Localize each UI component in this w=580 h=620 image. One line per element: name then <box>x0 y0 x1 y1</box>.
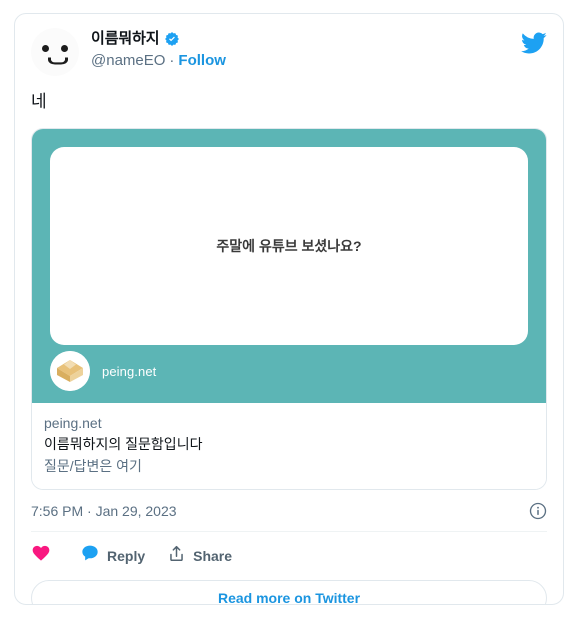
author-handle: @nameEO <box>91 52 166 69</box>
info-circle-icon[interactable] <box>529 502 547 520</box>
avatar[interactable] <box>31 28 79 76</box>
twitter-bird-icon[interactable] <box>521 30 547 56</box>
author-handle-row: @nameEO · Follow <box>91 51 226 71</box>
link-description: 질문/답변은 여기 <box>44 458 142 474</box>
tweet-actions-row: Reply Share <box>15 532 563 568</box>
question-text: 주말에 유튜브 보셨나요? <box>216 238 362 254</box>
peing-logo-icon <box>50 351 90 391</box>
link-preview-image: 주말에 유튜브 보셨나요? peing.net <box>32 129 546 403</box>
tweet-embed-card: 이름뭐하지 @nameEO · Follow 네 주말에 유튜브 보셨나요? p… <box>14 13 564 605</box>
link-title: 이름뭐하지의 질문함입니다 <box>44 436 203 452</box>
tweet-timestamp[interactable]: 7:56 PM · Jan 29, 2023 <box>31 503 177 519</box>
reply-bubble-icon <box>80 543 100 568</box>
link-domain: peing.net <box>44 415 102 431</box>
heart-icon <box>31 543 51 568</box>
share-icon <box>167 544 186 568</box>
handle-separator: · <box>169 52 175 69</box>
timestamp-row: 7:56 PM · Jan 29, 2023 <box>31 502 547 532</box>
question-panel: 주말에 유튜브 보셨나요? <box>50 147 528 345</box>
reply-label: Reply <box>107 547 146 564</box>
avatar-eye-left <box>42 45 49 52</box>
verified-badge-icon <box>164 31 180 47</box>
author-identity: 이름뭐하지 @nameEO · Follow <box>91 28 226 71</box>
avatar-mouth <box>48 57 68 65</box>
share-action[interactable]: Share <box>167 544 232 568</box>
peing-site-label: peing.net <box>102 363 157 379</box>
link-preview-meta: peing.net 이름뭐하지의 질문함입니다 질문/답변은 여기 <box>32 403 546 489</box>
like-action[interactable] <box>31 543 58 568</box>
tweet-header: 이름뭐하지 @nameEO · Follow <box>15 14 563 76</box>
tweet-text: 네 <box>31 92 47 111</box>
avatar-eye-right <box>61 45 68 52</box>
author-display-name[interactable]: 이름뭐하지 <box>91 29 160 49</box>
reply-action[interactable]: Reply <box>80 543 145 568</box>
link-preview-card[interactable]: 주말에 유튜브 보셨나요? peing.net peing.net 이름뭐하지의… <box>31 128 547 490</box>
read-more-on-twitter-button[interactable]: Read more on Twitter <box>31 580 547 604</box>
share-label: Share <box>193 547 233 564</box>
author-name-row: 이름뭐하지 <box>91 29 226 49</box>
peing-branding-row: peing.net <box>50 351 156 391</box>
follow-link[interactable]: Follow <box>178 51 226 71</box>
